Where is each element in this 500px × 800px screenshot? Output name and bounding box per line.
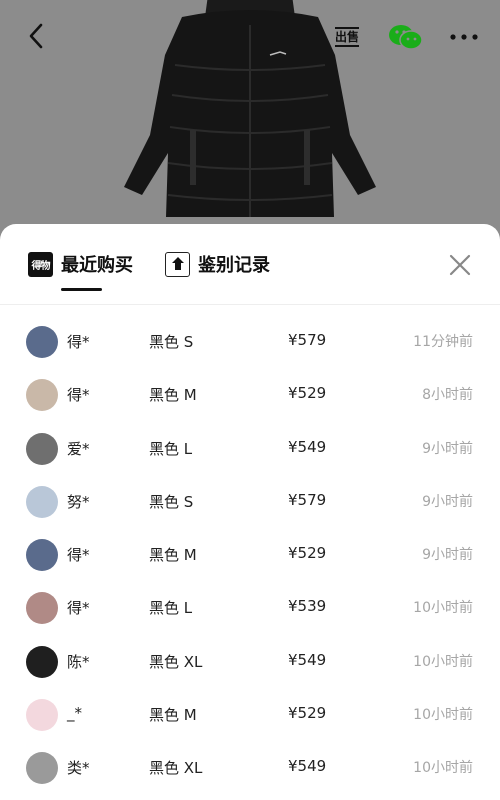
avatar xyxy=(26,645,58,678)
purchase-time: 9小时前 xyxy=(422,547,473,564)
tab-recent-purchases[interactable]: 得物 最近购买 xyxy=(28,250,133,278)
purchase-price: ¥549 xyxy=(288,437,327,456)
purchase-spec: 黑色 S xyxy=(149,492,194,511)
purchase-spec: 黑色 L xyxy=(149,599,193,618)
avatar xyxy=(26,699,58,732)
purchase-spec: 黑色 S xyxy=(149,333,194,351)
purchase-price: ¥529 xyxy=(288,704,327,723)
purchase-price: ¥539 xyxy=(288,597,327,616)
close-icon xyxy=(449,254,471,276)
more-icon xyxy=(450,34,478,40)
list-item: 得* 黑色 M ¥529 9小时前 xyxy=(0,529,500,582)
purchase-price: ¥529 xyxy=(288,384,327,403)
list-item: 得* 黑色 L ¥539 10小时前 xyxy=(0,582,500,635)
tab-label: 最近购买 xyxy=(61,255,133,276)
avatar xyxy=(26,432,58,465)
purchase-time: 8小时前 xyxy=(422,387,473,404)
list-item: 得* 黑色 M ¥529 8小时前 xyxy=(0,369,500,422)
purchase-time: 11分钟前 xyxy=(413,334,473,350)
purchase-time: 10小时前 xyxy=(413,707,473,724)
back-button[interactable] xyxy=(20,20,52,52)
buyer-name: 得* xyxy=(67,333,90,351)
wechat-icon xyxy=(389,25,423,50)
more-button[interactable] xyxy=(446,22,482,52)
buyer-name: 类* xyxy=(67,759,90,778)
purchase-price: ¥579 xyxy=(288,490,327,509)
shield-icon xyxy=(165,251,190,277)
wechat-share-button[interactable] xyxy=(388,22,424,52)
list-item: 爱* 黑色 L ¥549 9小时前 xyxy=(0,423,500,476)
purchase-time: 9小时前 xyxy=(422,440,473,457)
buyer-name: 得* xyxy=(67,386,90,405)
purchase-spec: 黑色 M xyxy=(149,706,197,725)
sell-icon: 出售 xyxy=(334,27,359,47)
avatar xyxy=(26,752,58,785)
buyer-name: _* xyxy=(67,704,82,723)
dewu-logo: 得物 xyxy=(28,251,53,277)
purchase-price: ¥549 xyxy=(288,757,327,776)
sell-button[interactable]: 出售 xyxy=(332,22,362,52)
avatar xyxy=(26,485,58,518)
purchase-price: ¥529 xyxy=(288,544,327,563)
tab-label: 鉴别记录 xyxy=(198,255,270,276)
avatar xyxy=(26,326,58,358)
list-item: 得* 黑色 S ¥579 11分钟前 xyxy=(0,316,500,369)
product-image-area: 出售 xyxy=(0,0,500,240)
purchase-spec: 黑色 XL xyxy=(149,652,203,671)
active-tab-indicator xyxy=(61,288,102,291)
list-item: _* 黑色 M ¥529 10小时前 xyxy=(0,689,500,742)
avatar xyxy=(26,592,58,625)
avatar xyxy=(26,379,58,412)
purchase-time: 10小时前 xyxy=(413,653,473,670)
tab-bar: 得物 最近购买 鉴别记录 xyxy=(0,224,500,305)
purchase-spec: 黑色 M xyxy=(149,386,197,405)
purchase-price: ¥579 xyxy=(288,331,327,349)
back-icon xyxy=(29,23,43,49)
buyer-name: 得* xyxy=(67,546,90,565)
buyer-name: 爱* xyxy=(67,439,90,458)
purchase-time: 10小时前 xyxy=(413,600,473,617)
purchase-price: ¥549 xyxy=(288,650,327,669)
purchase-spec: 黑色 XL xyxy=(149,759,203,778)
avatar xyxy=(26,539,58,572)
top-navigation-bar: 出售 xyxy=(0,0,500,80)
purchase-time: 10小时前 xyxy=(413,760,473,777)
purchase-list: 得* 黑色 S ¥579 11分钟前 得* 黑色 M ¥529 8小时前 爱* … xyxy=(0,316,500,796)
close-button[interactable] xyxy=(447,252,473,278)
buyer-name: 得* xyxy=(67,599,90,618)
list-item: 努* 黑色 S ¥579 9小时前 xyxy=(0,476,500,529)
buyer-name: 陈* xyxy=(67,652,90,671)
tab-authentication-records[interactable]: 鉴别记录 xyxy=(165,250,270,278)
purchase-spec: 黑色 M xyxy=(149,546,197,565)
purchase-spec: 黑色 L xyxy=(149,439,193,458)
list-item: 陈* 黑色 XL ¥549 10小时前 xyxy=(0,636,500,689)
list-item: 类* 黑色 XL ¥549 10小时前 xyxy=(0,742,500,795)
purchase-time: 9小时前 xyxy=(422,493,473,510)
buyer-name: 努* xyxy=(67,492,90,511)
recent-purchases-sheet: 得物 最近购买 鉴别记录 得* 黑色 S ¥579 11分钟前 得* 黑色 M … xyxy=(0,224,500,800)
